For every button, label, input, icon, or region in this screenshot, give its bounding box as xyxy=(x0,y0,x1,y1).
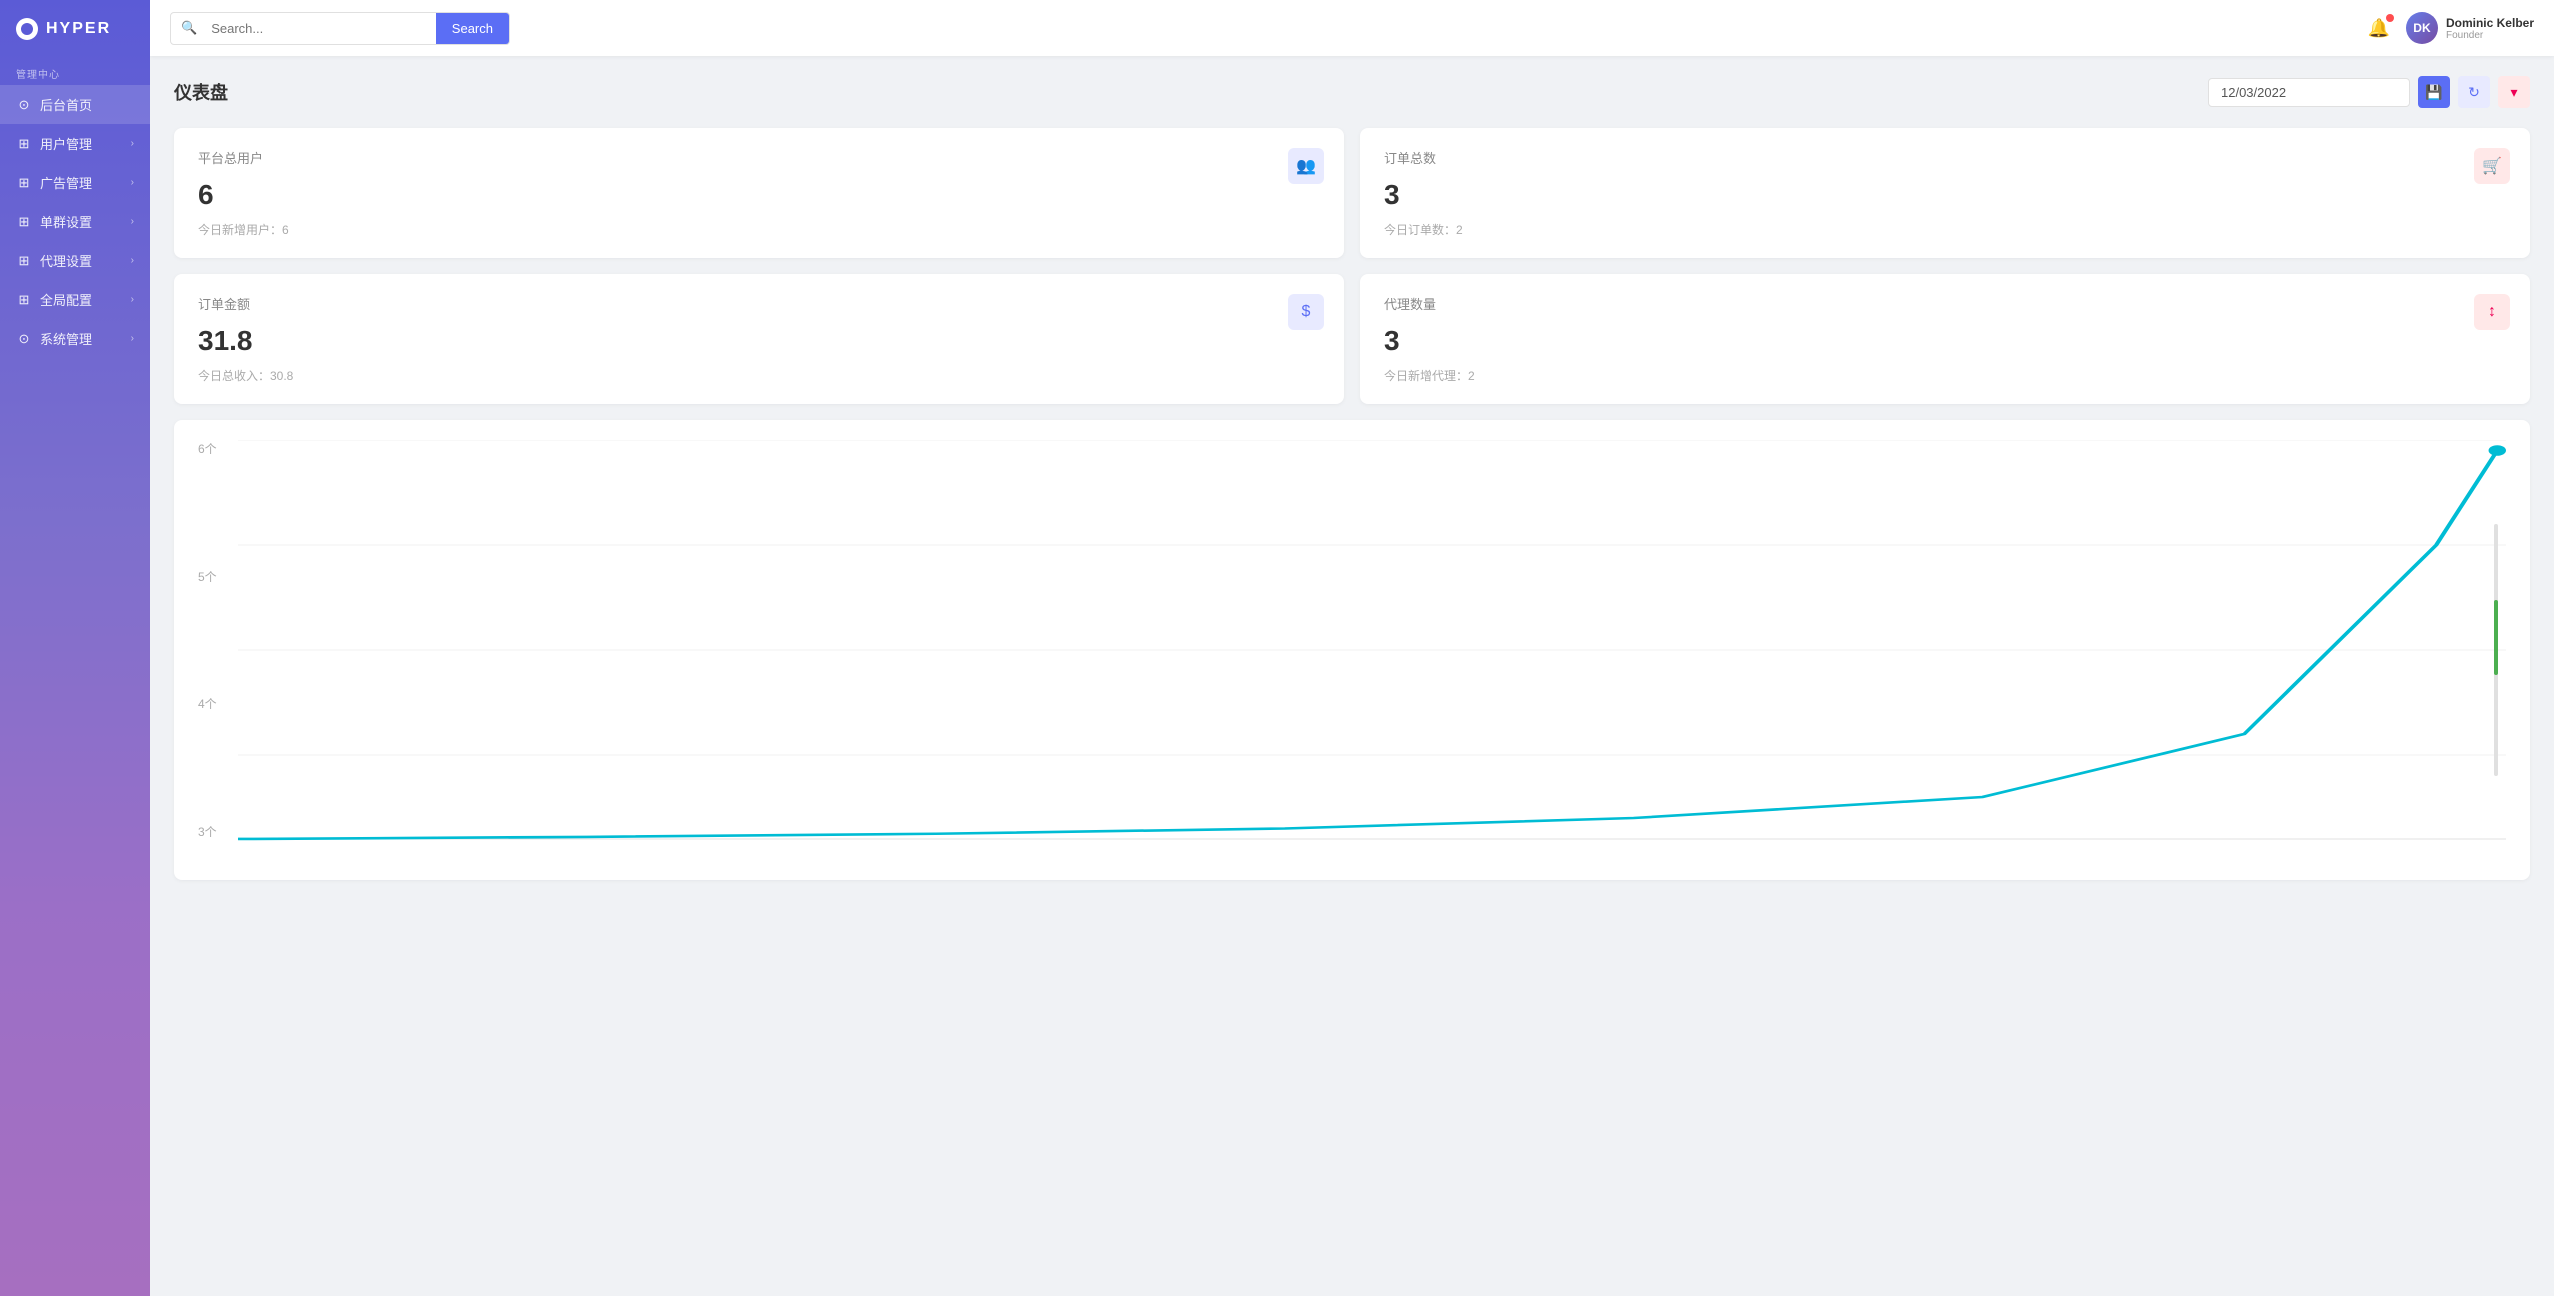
header-right: 🔔 DK Dominic Kelber Founder xyxy=(2368,12,2534,44)
notification-badge xyxy=(2386,14,2394,22)
search-wrapper: 🔍 Search xyxy=(170,12,510,45)
stat-card-total-orders: 🛒 订单总数 3 今日订单数：2 xyxy=(1360,128,2530,258)
search-input[interactable] xyxy=(207,13,436,44)
chevron-right-icon: › xyxy=(131,138,134,149)
page-actions: 💾 ↻ ▾ xyxy=(2208,76,2530,108)
y-label-3: 3个 xyxy=(198,823,217,840)
y-axis-labels: 6个 5个 4个 3个 xyxy=(198,440,217,860)
stat-value: 3 xyxy=(1384,179,2506,211)
agents-stat-icon: ↕ xyxy=(2474,294,2510,330)
sidebar-item-groups[interactable]: ⊞ 单群设置 › xyxy=(0,202,150,241)
stat-sub: 今日订单数：2 xyxy=(1384,221,2506,238)
stat-value: 6 xyxy=(198,179,1320,211)
sidebar-item-label: 单群设置 xyxy=(40,212,92,231)
chevron-right-icon: › xyxy=(131,177,134,188)
home-icon: ⊙ xyxy=(16,97,32,113)
stat-sub: 今日总收入：30.8 xyxy=(198,367,1320,384)
sidebar-item-label: 系统管理 xyxy=(40,329,92,348)
sidebar-item-label: 用户管理 xyxy=(40,134,92,153)
users-icon: ⊞ xyxy=(16,136,32,152)
global-icon: ⊞ xyxy=(16,292,32,308)
stat-sub: 今日新增用户：6 xyxy=(198,221,1320,238)
stat-label: 订单金额 xyxy=(198,294,1320,313)
chart-area xyxy=(238,440,2506,860)
user-role: Founder xyxy=(2446,30,2534,41)
sidebar-item-users[interactable]: ⊞ 用户管理 › xyxy=(0,124,150,163)
stat-card-agent-count: ↕ 代理数量 3 今日新增代理：2 xyxy=(1360,274,2530,404)
chevron-right-icon: › xyxy=(131,255,134,266)
sidebar-item-label: 广告管理 xyxy=(40,173,92,192)
page-title: 仪表盘 xyxy=(174,79,228,105)
logo-icon xyxy=(16,18,38,40)
filter-button[interactable]: ▾ xyxy=(2498,76,2530,108)
sidebar-item-system[interactable]: ⊙ 系统管理 › xyxy=(0,319,150,358)
stat-label: 平台总用户 xyxy=(198,148,1320,167)
user-name: Dominic Kelber xyxy=(2446,16,2534,30)
orders-stat-icon: 🛒 xyxy=(2474,148,2510,184)
chevron-right-icon: › xyxy=(131,333,134,344)
sidebar-section-label: 管理中心 xyxy=(0,58,150,85)
stat-value: 31.8 xyxy=(198,325,1320,357)
refresh-icon: ↻ xyxy=(2468,84,2480,101)
sidebar-item-ads[interactable]: ⊞ 广告管理 › xyxy=(0,163,150,202)
chart-container: 6个 5个 4个 3个 xyxy=(198,440,2506,860)
chart-scrollbar[interactable] xyxy=(2494,524,2498,776)
content-area: 仪表盘 💾 ↻ ▾ 👥 平台总用户 6 今日新增用户：6 xyxy=(150,56,2554,1296)
sidebar-item-label: 后台首页 xyxy=(40,95,92,114)
header: 🔍 Search 🔔 DK Dominic Kelber Founder xyxy=(150,0,2554,56)
search-button[interactable]: Search xyxy=(436,13,509,44)
sidebar-item-global[interactable]: ⊞ 全局配置 › xyxy=(0,280,150,319)
groups-icon: ⊞ xyxy=(16,214,32,230)
sidebar-logo: HYPER xyxy=(0,0,150,58)
users-stat-icon: 👥 xyxy=(1288,148,1324,184)
stat-card-total-users: 👥 平台总用户 6 今日新增用户：6 xyxy=(174,128,1344,258)
stat-label: 代理数量 xyxy=(1384,294,2506,313)
sidebar: HYPER 管理中心 ⊙ 后台首页 ⊞ 用户管理 › ⊞ 广告管理 › ⊞ 单群… xyxy=(0,0,150,1296)
stat-card-order-amount: $ 订单金额 31.8 今日总收入：30.8 xyxy=(174,274,1344,404)
user-text: Dominic Kelber Founder xyxy=(2446,16,2534,41)
stat-value: 3 xyxy=(1384,325,2506,357)
main-content: 🔍 Search 🔔 DK Dominic Kelber Founder 仪表盘 xyxy=(150,0,2554,1296)
page-header: 仪表盘 💾 ↻ ▾ xyxy=(174,76,2530,108)
amount-stat-icon: $ xyxy=(1288,294,1324,330)
y-label-4: 4个 xyxy=(198,695,217,712)
user-info[interactable]: DK Dominic Kelber Founder xyxy=(2406,12,2534,44)
y-label-6: 6个 xyxy=(198,440,217,457)
logo-text: HYPER xyxy=(46,20,111,38)
chevron-right-icon: › xyxy=(131,216,134,227)
sidebar-item-agents[interactable]: ⊞ 代理设置 › xyxy=(0,241,150,280)
stat-sub: 今日新增代理：2 xyxy=(1384,367,2506,384)
stats-grid: 👥 平台总用户 6 今日新增用户：6 🛒 订单总数 3 今日订单数：2 $ 订单… xyxy=(174,128,2530,404)
refresh-button[interactable]: ↻ xyxy=(2458,76,2490,108)
y-label-5: 5个 xyxy=(198,568,217,585)
chart-scrollbar-thumb xyxy=(2494,600,2498,676)
agents-icon: ⊞ xyxy=(16,253,32,269)
sidebar-item-label: 代理设置 xyxy=(40,251,92,270)
filter-icon: ▾ xyxy=(2510,84,2517,101)
chart-svg xyxy=(238,440,2506,860)
ads-icon: ⊞ xyxy=(16,175,32,191)
system-icon: ⊙ xyxy=(16,331,32,347)
stat-label: 订单总数 xyxy=(1384,148,2506,167)
search-icon: 🔍 xyxy=(171,20,207,36)
notification-icon[interactable]: 🔔 xyxy=(2368,18,2390,39)
avatar: DK xyxy=(2406,12,2438,44)
chart-card: 6个 5个 4个 3个 xyxy=(174,420,2530,880)
sidebar-item-home[interactable]: ⊙ 后台首页 xyxy=(0,85,150,124)
chevron-right-icon: › xyxy=(131,294,134,305)
save-icon: 💾 xyxy=(2425,84,2442,101)
save-button[interactable]: 💾 xyxy=(2418,76,2450,108)
sidebar-item-label: 全局配置 xyxy=(40,290,92,309)
date-input[interactable] xyxy=(2208,78,2410,107)
